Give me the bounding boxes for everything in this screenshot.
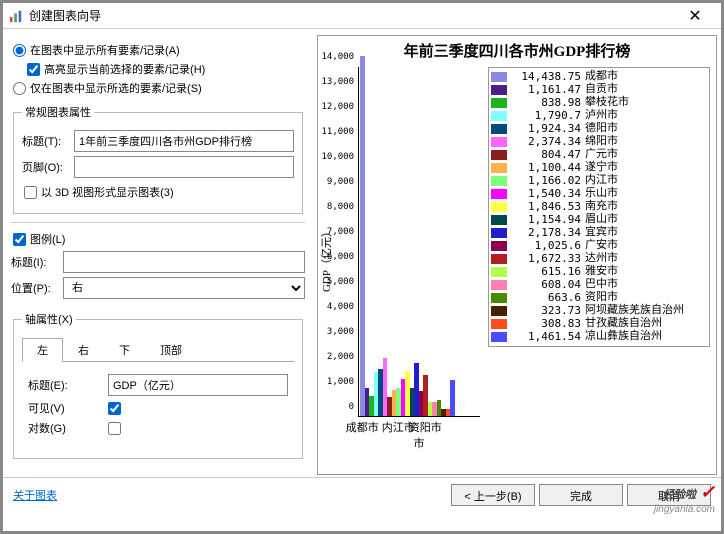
watermark-url: jingyanla.com <box>654 504 715 515</box>
tab-axis-left[interactable]: 左 <box>22 338 63 362</box>
window-title: 创建图表向导 <box>29 7 675 24</box>
legend-row: 838.98攀枝花市 <box>491 96 707 109</box>
watermark-text: 经验啦 ✓ <box>663 482 715 503</box>
legend-row: 308.83甘孜藏族自治州 <box>491 317 707 330</box>
axis-visible-label: 可见(V) <box>28 400 108 416</box>
legend-row: 1,100.44遂宁市 <box>491 161 707 174</box>
chart-bar <box>450 380 455 417</box>
chart-legend: 14,438.75成都市1,161.47自贡市838.98攀枝花市1,790.7… <box>488 67 710 347</box>
legend-row: 1,846.53南充市 <box>491 200 707 213</box>
legend-row: 804.47广元市 <box>491 148 707 161</box>
tab-axis-right[interactable]: 右 <box>63 338 104 362</box>
legend-row: 1,790.7泸州市 <box>491 109 707 122</box>
chart-preview: 年前三季度四川各市州GDP排行榜 GDP（亿元） 01,0002,0003,00… <box>317 35 717 475</box>
legend-row: 1,540.34乐山市 <box>491 187 707 200</box>
axis-title-label: 标题(E): <box>28 377 108 393</box>
chart-preview-title: 年前三季度四川各市州GDP排行榜 <box>318 36 716 63</box>
axis-log-label: 对数(G) <box>28 420 108 436</box>
legend-row: 1,154.94眉山市 <box>491 213 707 226</box>
tab-axis-bottom[interactable]: 下 <box>104 338 145 362</box>
axis-visible-checkbox[interactable] <box>108 402 121 415</box>
general-props-group: 常规图表属性 标题(T): 页脚(O): 以 3D 视图形式显示图表(3) <box>13 104 303 214</box>
app-icon <box>9 9 23 23</box>
title-label: 标题(T): <box>22 133 74 149</box>
legend-row: 1,166.02内江市 <box>491 174 707 187</box>
legend-row: 2,178.34宜宾市 <box>491 226 707 239</box>
legend-row: 608.04巴中市 <box>491 278 707 291</box>
legend-row: 323.73阿坝藏族羌族自治州 <box>491 304 707 317</box>
axis-props-group: 轴属性(X) 左 右 下 顶部 标题(E): 可见(V) 对数(G) <box>13 311 303 459</box>
legend-row: 1,161.47自贡市 <box>491 83 707 96</box>
legend-position-select[interactable]: 右 <box>63 277 305 299</box>
close-button[interactable]: ✕ <box>675 3 715 29</box>
axis-log-checkbox[interactable] <box>108 422 121 435</box>
finish-button[interactable]: 完成 <box>539 484 623 506</box>
axis-title-input[interactable] <box>108 374 288 396</box>
legend-row: 1,025.6广安市 <box>491 239 707 252</box>
about-chart-link[interactable]: 关于图表 <box>13 487 57 503</box>
checkbox-3d[interactable]: 以 3D 视图形式显示图表(3) <box>24 184 294 200</box>
legend-row: 2,374.34绵阳市 <box>491 135 707 148</box>
chart-bar <box>360 56 365 417</box>
checkbox-highlight[interactable]: 高亮显示当前选择的要素/记录(H) <box>27 61 305 77</box>
legend-position-label: 位置(P): <box>11 280 63 296</box>
chart-footer-input[interactable] <box>74 156 294 178</box>
radio-show-all[interactable]: 在图表中显示所有要素/记录(A) <box>13 42 305 58</box>
legend-row: 663.6资阳市 <box>491 291 707 304</box>
chart-title-input[interactable] <box>74 130 294 152</box>
legend-row: 14,438.75成都市 <box>491 70 707 83</box>
chart-xlabel: 市 <box>358 435 480 451</box>
legend-title-label: 标题(I): <box>11 254 63 270</box>
footer-label: 页脚(O): <box>22 159 74 175</box>
legend-row: 1,461.54凉山彝族自治州 <box>491 330 707 343</box>
checkbox-legend[interactable]: 图例(L) <box>13 231 305 247</box>
legend-row: 1,924.34德阳市 <box>491 122 707 135</box>
legend-row: 615.16雅安市 <box>491 265 707 278</box>
back-button[interactable]: < 上一步(B) <box>451 484 535 506</box>
legend-row: 1,672.33达州市 <box>491 252 707 265</box>
legend-title-input[interactable] <box>63 251 305 273</box>
radio-show-selected[interactable]: 仅在图表中显示所选的要素/记录(S) <box>13 80 305 96</box>
tab-axis-top[interactable]: 顶部 <box>145 338 197 362</box>
